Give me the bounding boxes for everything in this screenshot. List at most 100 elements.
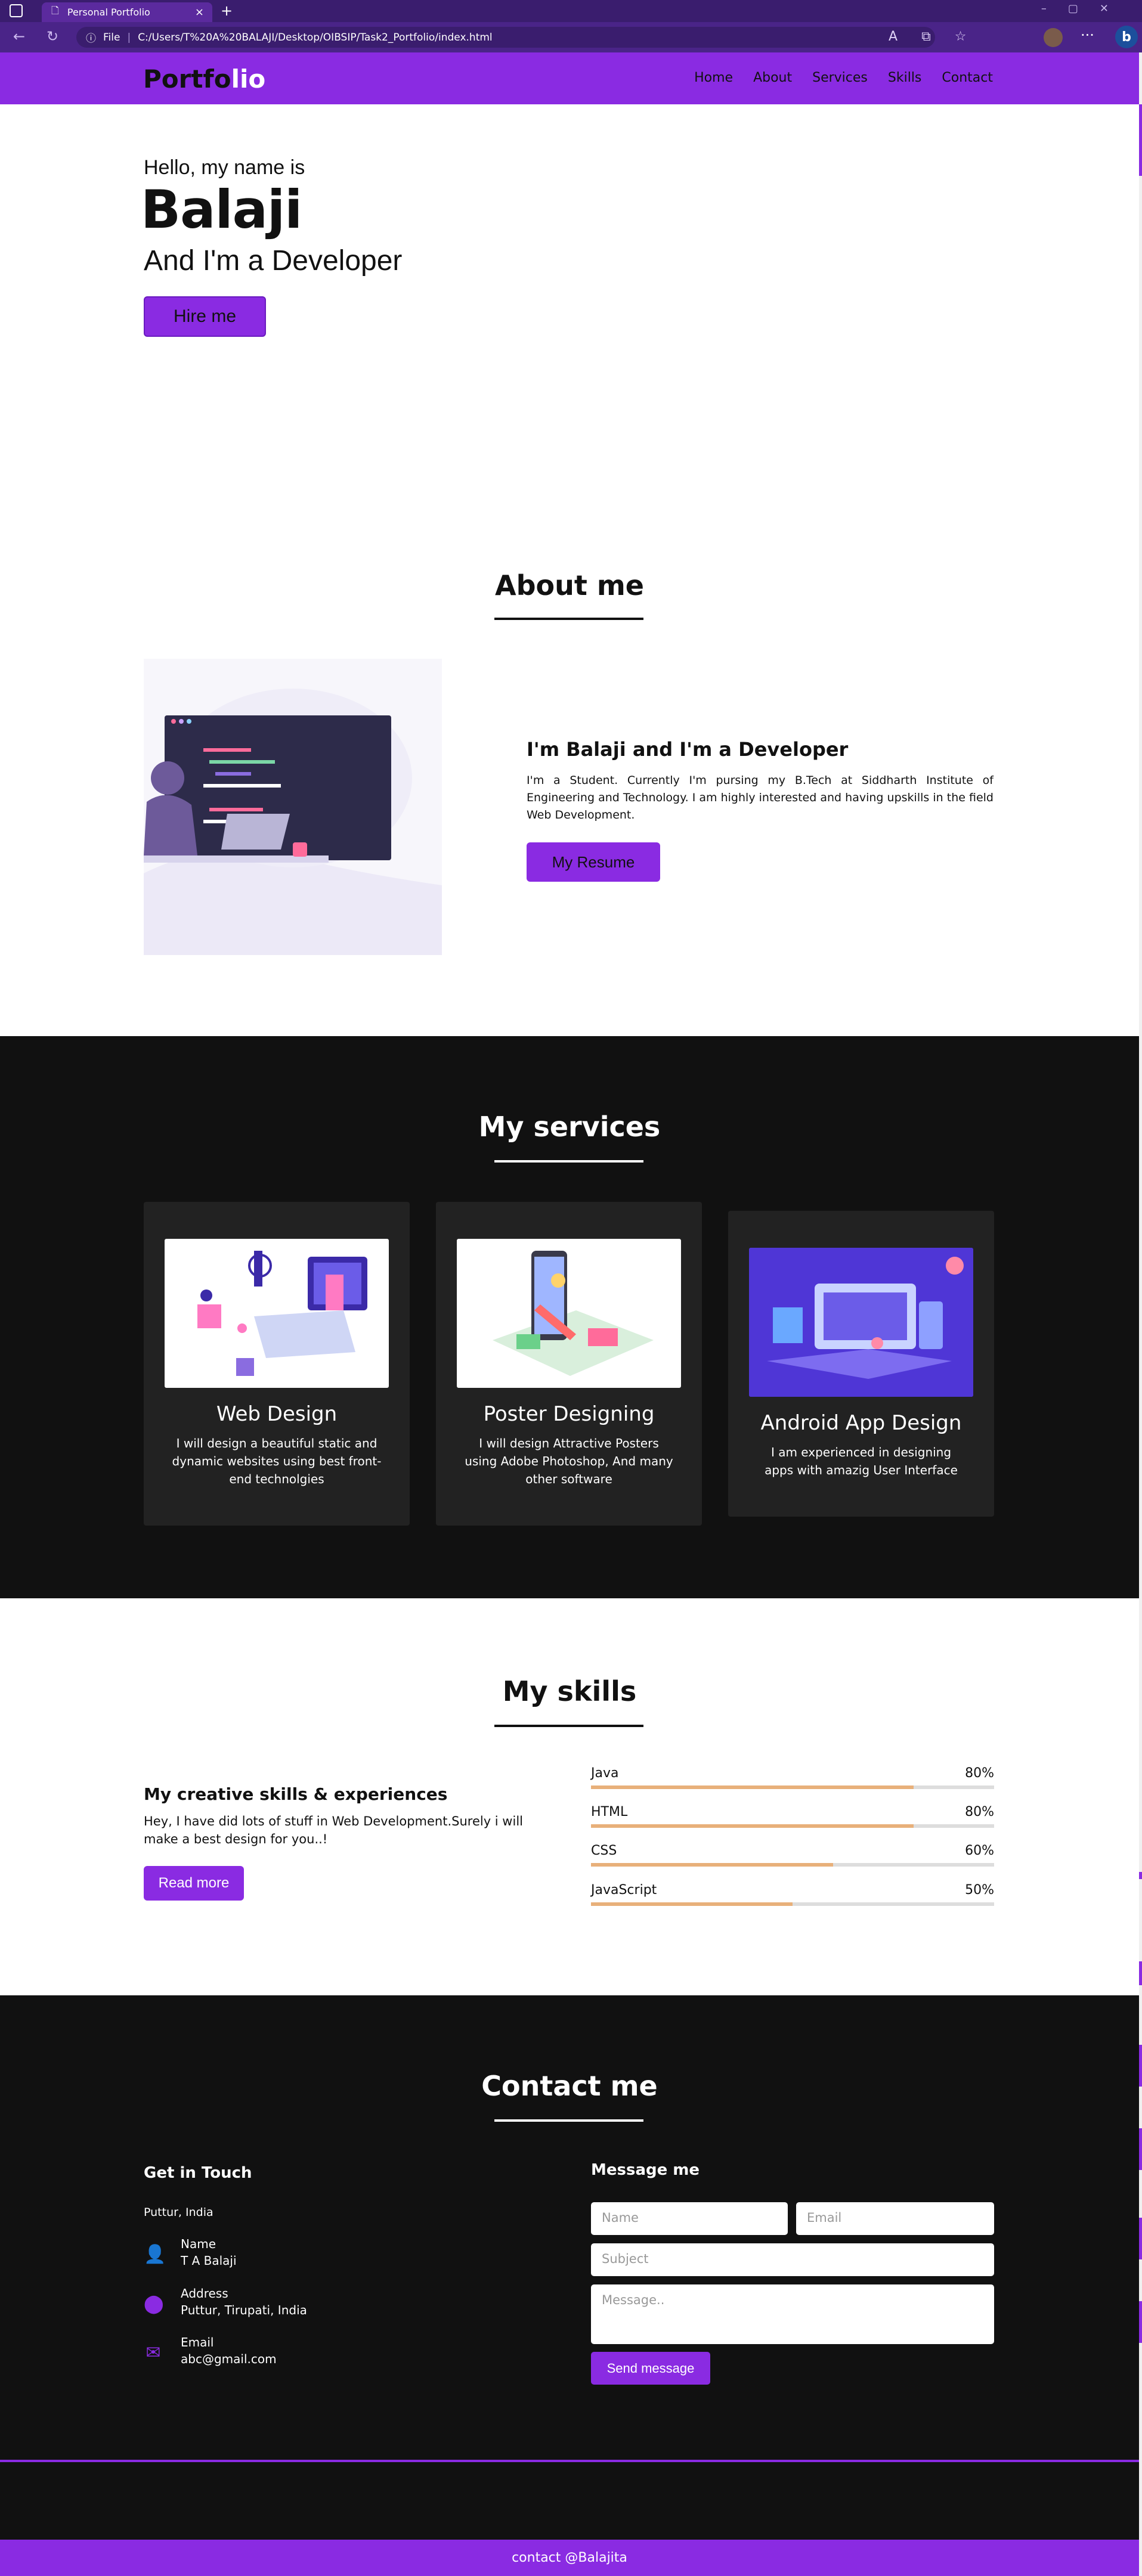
scrollbar-thumb[interactable] xyxy=(1139,104,1142,176)
skill-track xyxy=(591,1785,994,1789)
user-icon: 👤 xyxy=(144,2244,166,2265)
get-in-touch-heading: Get in Touch xyxy=(144,2164,252,2182)
skill-name: HTML xyxy=(591,1805,628,1819)
service-title: Android App Design xyxy=(760,1411,962,1435)
contact-key: Email xyxy=(181,2335,214,2349)
logo-part-2: lio xyxy=(231,64,266,94)
skill-fill xyxy=(591,1902,793,1906)
about-illustration xyxy=(144,659,442,955)
section-divider-line xyxy=(0,2460,1139,2462)
info-icon: ⓘ xyxy=(86,33,96,45)
logo[interactable]: Portfolio xyxy=(143,64,265,94)
hero-name: Balaji xyxy=(141,179,302,240)
skill-name: Java xyxy=(591,1766,619,1781)
close-tab-icon[interactable]: × xyxy=(195,6,204,18)
map-marker-icon: ⬤ xyxy=(144,2293,164,2314)
my-resume-button[interactable]: My Resume xyxy=(527,842,660,882)
scroll-marker xyxy=(1139,1961,1142,1985)
browser-menu-icon[interactable]: ··· xyxy=(1081,27,1094,44)
tab-title: Personal Portfolio xyxy=(67,7,150,18)
url-separator: | xyxy=(127,31,131,44)
skill-percent: 80% xyxy=(965,1766,994,1781)
contact-title-underline xyxy=(494,2119,643,2122)
message-textarea[interactable]: Message.. xyxy=(591,2284,994,2344)
url-text: C:/Users/T%20A%20BALAJI/Desktop/OIBSIP/T… xyxy=(138,31,493,44)
skill-fill xyxy=(591,1824,914,1828)
hire-me-button[interactable]: Hire me xyxy=(144,296,266,337)
bing-icon[interactable]: b xyxy=(1115,26,1138,48)
read-aloud-icon[interactable]: A xyxy=(889,29,897,44)
read-more-button[interactable]: Read more xyxy=(144,1866,244,1901)
contact-city: Puttur, India xyxy=(144,2206,213,2219)
nav-skills[interactable]: Skills xyxy=(888,70,922,85)
skill-track xyxy=(591,1902,994,1906)
hero-greeting: Hello, my name is xyxy=(144,156,305,179)
url-prefix: File xyxy=(103,31,120,44)
service-text: I will design Attractive Posters using A… xyxy=(465,1436,673,1486)
skill-name: CSS xyxy=(591,1843,617,1858)
skill-track xyxy=(591,1824,994,1828)
nav-contact[interactable]: Contact xyxy=(942,70,993,85)
poster-design-illustration xyxy=(457,1239,681,1388)
contact-key: Address xyxy=(181,2286,228,2301)
favorites-icon[interactable]: ☆ xyxy=(955,29,967,44)
skill-bar-java: Java 80% xyxy=(591,1766,994,1789)
scroll-marker xyxy=(1139,2128,1142,2170)
skills-heading: My creative skills & experiences xyxy=(144,1784,448,1804)
profile-avatar[interactable] xyxy=(1044,28,1063,47)
web-design-illustration xyxy=(165,1239,389,1388)
app-design-illustration xyxy=(749,1248,973,1397)
extensions-icon[interactable]: ⧉ xyxy=(921,29,931,44)
skill-percent: 50% xyxy=(965,1883,994,1898)
email-input[interactable]: Email xyxy=(796,2202,994,2235)
about-title: About me xyxy=(494,569,644,602)
address-bar[interactable]: ⓘ File | C:/Users/T%20A%20BALAJI/Desktop… xyxy=(76,27,935,48)
main-menu: Home About Services Skills Contact xyxy=(694,70,993,85)
services-title-underline xyxy=(494,1160,643,1163)
services-title: My services xyxy=(478,1111,661,1143)
nav-home[interactable]: Home xyxy=(694,70,733,85)
address-bar-row: ← ↻ ⓘ File | C:/Users/T%20A%20BALAJI/Des… xyxy=(0,22,1142,52)
about-title-underline xyxy=(494,618,643,620)
back-icon[interactable]: ← xyxy=(13,28,25,45)
service-card-poster-designing[interactable]: Poster Designing I will design Attractiv… xyxy=(436,1202,702,1526)
envelope-icon: ✉ xyxy=(146,2342,161,2363)
scroll-marker xyxy=(1139,2045,1142,2087)
skill-name: JavaScript xyxy=(591,1883,657,1898)
send-message-button[interactable]: Send message xyxy=(591,2352,710,2385)
skill-bar-html: HTML 80% xyxy=(591,1805,994,1828)
skill-bar-css: CSS 60% xyxy=(591,1843,994,1867)
service-card-web-design[interactable]: Web Design I will design a beautiful sta… xyxy=(144,1202,410,1526)
service-text: I will design a beautiful static and dyn… xyxy=(172,1436,382,1486)
site-header: Portfolio Home About Services Skills Con… xyxy=(0,52,1139,104)
subject-input[interactable]: Subject xyxy=(591,2243,994,2276)
contact-value: Puttur, Tirupati, India xyxy=(181,2303,307,2317)
scrollbar[interactable] xyxy=(1139,52,1142,2576)
service-title: Poster Designing xyxy=(483,1402,655,1426)
new-tab-button[interactable]: + xyxy=(221,2,233,19)
skill-track xyxy=(591,1863,994,1867)
skills-title: My skills xyxy=(502,1675,637,1707)
name-input[interactable]: Name xyxy=(591,2202,788,2235)
logo-part-1: Portfo xyxy=(143,64,231,94)
contact-address: ⬤ Address Puttur, Tirupati, India xyxy=(144,2286,442,2322)
browser-tab[interactable]: 🗋 Personal Portfolio × xyxy=(42,2,212,22)
contact-name: 👤 Name T A Balaji xyxy=(144,2237,442,2273)
skill-fill xyxy=(591,1785,914,1789)
scroll-marker xyxy=(1139,2218,1142,2259)
message-me-heading: Message me xyxy=(591,2161,700,2179)
about-heading: I'm Balaji and I'm a Developer xyxy=(527,738,849,761)
nav-about[interactable]: About xyxy=(753,70,792,85)
page-icon: 🗋 xyxy=(51,5,59,16)
scroll-marker xyxy=(1139,1872,1142,1879)
window-menu-icon[interactable] xyxy=(10,4,23,17)
service-card-android-app-design[interactable]: Android App Design I am experienced in d… xyxy=(728,1211,994,1517)
browser-tab-bar: 🗋 Personal Portfolio × + –▢✕ xyxy=(0,0,1142,22)
refresh-icon[interactable]: ↻ xyxy=(47,28,58,45)
services-section: My services Web Design I will design a b… xyxy=(0,1036,1139,1598)
window-controls[interactable]: –▢✕ xyxy=(1041,2,1130,15)
toolbar-icons: A ⧉ ☆ xyxy=(889,29,967,44)
nav-services[interactable]: Services xyxy=(812,70,868,85)
skill-percent: 60% xyxy=(965,1843,994,1858)
skills-text: Hey, I have did lots of stuff in Web Dev… xyxy=(144,1814,523,1846)
